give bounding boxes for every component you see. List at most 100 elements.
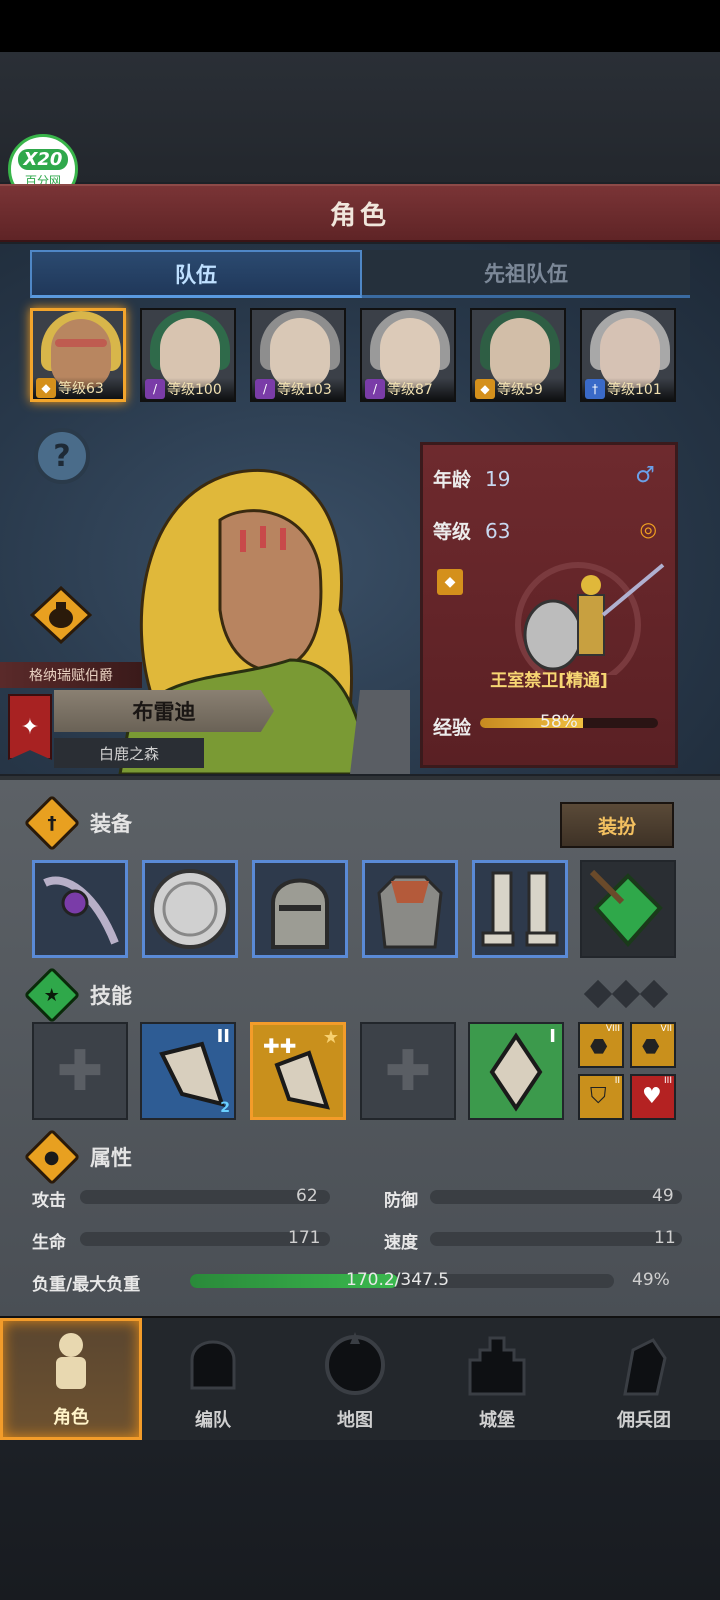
hp-label: 生命	[32, 1233, 66, 1253]
male-icon: ♂	[635, 463, 655, 488]
attributes-header: ● 属性	[23, 1128, 132, 1186]
skill-slot[interactable]: I	[468, 1022, 564, 1120]
class-shield-icon: ◆	[437, 569, 463, 595]
nav-label: 佣兵团	[617, 1410, 671, 1431]
shield-icon: ◆	[475, 379, 495, 399]
shield-icon: ⛉	[590, 1084, 607, 1109]
unit-class-name: 王室禁卫[精通]	[490, 671, 608, 691]
nav-label: 编队	[195, 1410, 231, 1431]
nav-formation[interactable]: 编队	[142, 1318, 284, 1440]
watermark-line1: X20	[17, 149, 69, 170]
passive-rank: II	[614, 1076, 620, 1086]
speed-value: 11	[654, 1228, 676, 1248]
title-banner: 角色	[0, 184, 720, 242]
mercenary-icon	[623, 1338, 667, 1396]
attack-label: 攻击	[32, 1191, 66, 1211]
hero-portrait[interactable]: ◆ 等级63	[30, 308, 126, 402]
hero-portrait[interactable]: / 等级100	[140, 308, 236, 402]
passive-skill[interactable]: II ⛉	[578, 1074, 624, 1120]
compass-map-icon	[325, 1332, 385, 1395]
skill-points	[583, 979, 669, 1009]
nav-character[interactable]: 角色	[0, 1318, 142, 1440]
staff-icon: /	[255, 379, 275, 399]
hero-portrait[interactable]: / 等级103	[250, 308, 346, 402]
svg-text:✚✚: ✚✚	[263, 1034, 297, 1058]
help-button[interactable]: ?	[34, 428, 90, 484]
character-name[interactable]: 布雷迪	[54, 690, 274, 732]
defense-label: 防御	[384, 1191, 418, 1211]
character-region: 白鹿之森	[54, 738, 204, 768]
load-label: 负重/最大负重	[32, 1275, 141, 1295]
speed-track	[430, 1232, 682, 1246]
nav-castle[interactable]: 城堡	[426, 1318, 568, 1440]
skills-title: 技能	[90, 984, 132, 1008]
passive-rank: VIII	[605, 1024, 620, 1034]
skills-header: ★ 技能	[23, 966, 132, 1024]
skill-point-icon	[611, 979, 641, 1009]
speed-label: 速度	[384, 1233, 418, 1253]
staff-icon: /	[145, 379, 165, 399]
helmet-formation-icon	[190, 1340, 236, 1390]
tab-ancestor-team[interactable]: 先祖队伍	[362, 250, 690, 298]
equipment-slot[interactable]	[252, 860, 348, 958]
equipment-header: † 装备	[23, 794, 132, 852]
defense-track	[430, 1190, 682, 1204]
ring-icon: ◎	[639, 517, 657, 541]
equipment-title: 装备	[90, 812, 132, 836]
star-icon: ★	[322, 1027, 339, 1048]
exp-label: 经验	[433, 717, 472, 739]
dress-up-button[interactable]: 装扮	[560, 802, 674, 848]
helmet-icon	[271, 878, 329, 949]
skill-slot[interactable]: ✚✚ ★	[250, 1022, 346, 1120]
staff-icon	[43, 876, 119, 945]
nav-map[interactable]: 地图	[284, 1318, 426, 1440]
passive-skill[interactable]: VII ⬣	[630, 1022, 676, 1068]
nav-label: 角色	[53, 1407, 89, 1428]
equipment-slot[interactable]	[580, 860, 676, 958]
house-banner-icon: ✦	[8, 694, 52, 760]
nav-label: 地图	[337, 1410, 373, 1431]
emerald-amulet-icon	[589, 869, 663, 948]
skill-slot[interactable]: II 2	[140, 1022, 236, 1120]
boots-icon	[481, 871, 559, 947]
coffin-icon: ⬣	[642, 1034, 660, 1058]
shield-icon: ◆	[36, 378, 56, 398]
equipment-slot[interactable]	[32, 860, 128, 958]
hero-level: 等级101	[607, 382, 662, 398]
hero-level: 等级103	[277, 382, 332, 398]
hero-portrait[interactable]: † 等级101	[580, 308, 676, 402]
nav-mercenary[interactable]: 佣兵团	[568, 1318, 720, 1440]
equipment-slot[interactable]	[472, 860, 568, 958]
nav-label: 城堡	[479, 1410, 515, 1431]
hero-portrait[interactable]: ◆ 等级59	[470, 308, 566, 402]
level-label: 等级	[433, 521, 472, 543]
coffin-icon: ⬣	[590, 1034, 608, 1058]
unit-figure	[515, 562, 665, 675]
staff-icon: /	[365, 379, 385, 399]
equipment-slot[interactable]	[362, 860, 458, 958]
age-value: 19	[485, 466, 511, 491]
passive-skill[interactable]: III ♥	[630, 1074, 676, 1120]
attack-value: 62	[296, 1186, 318, 1206]
sword-icon: †	[585, 379, 605, 399]
potion-button[interactable]	[29, 585, 93, 645]
equipment-slot[interactable]	[142, 860, 238, 958]
passive-rank: III	[664, 1076, 672, 1086]
attributes-title: 属性	[90, 1146, 132, 1170]
skill-rank: II	[216, 1026, 230, 1047]
passive-rank: VII	[660, 1024, 672, 1034]
hero-level: 等级63	[58, 381, 104, 397]
exp-value: 58%	[540, 712, 578, 732]
hero-portrait[interactable]: / 等级87	[360, 308, 456, 402]
age-label: 年龄	[433, 469, 472, 491]
skill-slot-empty[interactable]: ✚	[360, 1022, 456, 1120]
hp-value: 171	[288, 1228, 321, 1248]
cross-icon: ✚	[384, 1038, 432, 1104]
knight-icon	[56, 1333, 86, 1389]
heart-icon: ♥	[642, 1084, 662, 1109]
attack-track	[80, 1190, 330, 1204]
hero-level: 等级87	[387, 382, 433, 398]
tab-team[interactable]: 队伍	[30, 250, 362, 298]
skill-slot-empty[interactable]: ✚	[32, 1022, 128, 1120]
passive-skill[interactable]: VIII ⬣	[578, 1022, 624, 1068]
